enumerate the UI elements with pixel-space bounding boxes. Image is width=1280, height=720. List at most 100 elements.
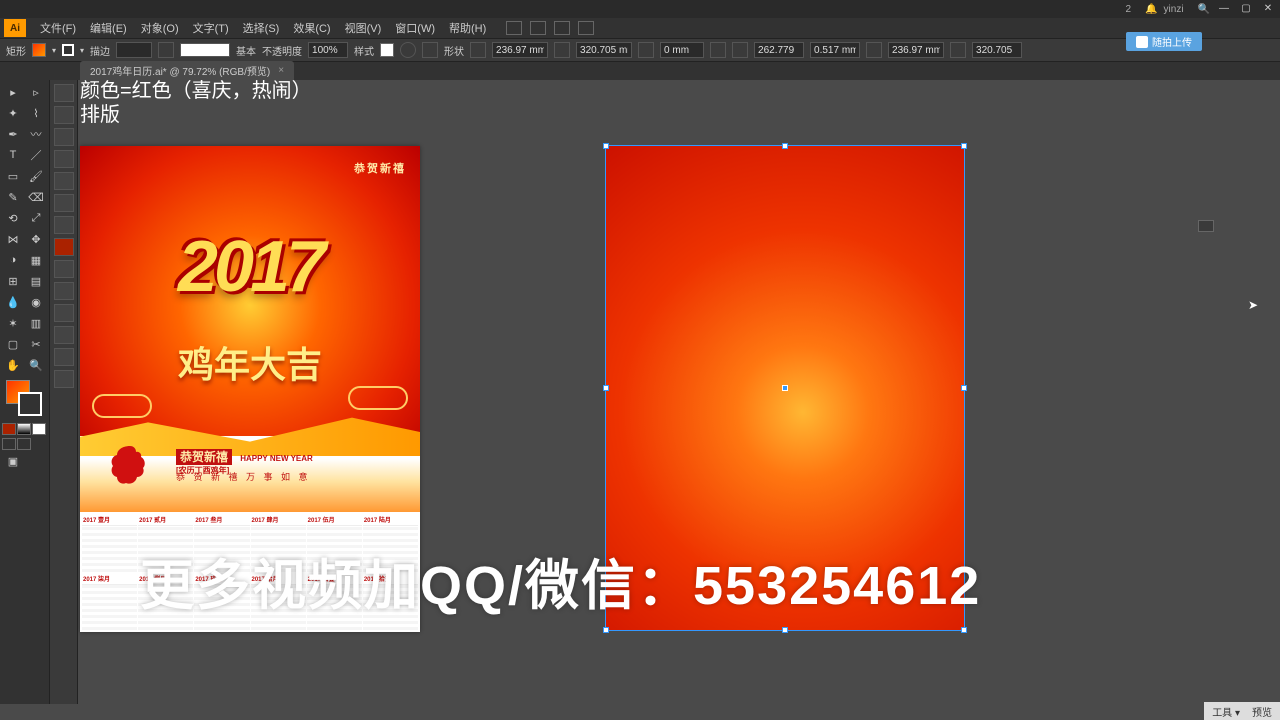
stroke-color-icon[interactable] xyxy=(18,392,42,416)
panel-collapse-icon[interactable] xyxy=(1198,220,1214,232)
opacity-input[interactable] xyxy=(308,42,348,58)
fill-swatch[interactable] xyxy=(32,43,46,57)
pen-tool[interactable]: ✒ xyxy=(2,124,24,144)
mesh-tool[interactable]: ⊞ xyxy=(2,271,24,291)
artboard-tool[interactable]: ▢ xyxy=(2,334,24,354)
free-transform-tool[interactable]: ✥ xyxy=(25,229,47,249)
eyedropper-tool[interactable]: 💧 xyxy=(2,292,24,312)
symbol-tool[interactable]: ✶ xyxy=(2,313,24,333)
zoom-tool[interactable]: 🔍 xyxy=(25,355,47,375)
blend-tool[interactable]: ◉ xyxy=(25,292,47,312)
notif-count[interactable]: 2 xyxy=(1126,4,1132,15)
layout-icon-4[interactable] xyxy=(578,21,594,35)
panel-color[interactable] xyxy=(54,84,74,102)
chevron-down-icon[interactable]: ▾ xyxy=(52,46,56,55)
graph-tool[interactable]: ▥ xyxy=(25,313,47,333)
gradient-tool[interactable]: ▤ xyxy=(25,271,47,291)
panel-properties[interactable] xyxy=(54,370,74,388)
maximize-button[interactable]: ▢ xyxy=(1238,3,1254,15)
shape-anchor-button[interactable] xyxy=(470,42,486,58)
rotate-tool[interactable]: ⟲ xyxy=(2,208,24,228)
lasso-tool[interactable]: ⌇ xyxy=(25,103,47,123)
r1-input[interactable] xyxy=(754,42,804,58)
panel-brushes[interactable] xyxy=(54,128,74,146)
w2-input[interactable] xyxy=(888,42,944,58)
width-input[interactable] xyxy=(492,42,548,58)
x-input[interactable] xyxy=(660,42,704,58)
selection-handle[interactable] xyxy=(782,627,788,633)
curvature-tool[interactable]: 〰 xyxy=(25,124,47,144)
selection-handle[interactable] xyxy=(961,143,967,149)
selection-tool[interactable]: ▸ xyxy=(2,82,24,102)
stroke-swatch[interactable] xyxy=(62,44,74,56)
menu-window[interactable]: 窗口(W) xyxy=(389,18,441,38)
app-logo[interactable]: Ai xyxy=(4,19,26,37)
layout-icon-2[interactable] xyxy=(530,21,546,35)
pencil-tool[interactable]: ✎ xyxy=(2,187,24,207)
color-mode-fill[interactable] xyxy=(2,423,16,435)
screen-mode-full[interactable] xyxy=(17,438,31,450)
panel-gradient[interactable] xyxy=(54,194,74,212)
rectangle-tool[interactable]: ▭ xyxy=(2,166,24,186)
panel-appearance[interactable] xyxy=(54,238,74,256)
screen-mode-normal[interactable] xyxy=(2,438,16,450)
magic-wand-tool[interactable]: ✦ xyxy=(2,103,24,123)
link-r-button[interactable] xyxy=(866,42,882,58)
document-tab[interactable]: 2017鸡年日历.ai* @ 79.72% (RGB/预览) × xyxy=(80,61,294,80)
anchor-grid-button[interactable] xyxy=(710,42,726,58)
panel-artboards[interactable] xyxy=(54,326,74,344)
h2-input[interactable] xyxy=(972,42,1022,58)
width-tool[interactable]: ⋈ xyxy=(2,229,24,249)
selection-handle[interactable] xyxy=(603,385,609,391)
selection-handle[interactable] xyxy=(961,385,967,391)
r2-input[interactable] xyxy=(810,42,860,58)
selection-center-icon[interactable] xyxy=(782,385,788,391)
recolor-button[interactable] xyxy=(400,42,416,58)
selection-handle[interactable] xyxy=(961,627,967,633)
status-preview[interactable]: 预览 xyxy=(1252,704,1272,719)
scale-tool[interactable]: ⤢ xyxy=(25,208,47,228)
layout-icon[interactable] xyxy=(506,21,522,35)
panel-libraries[interactable] xyxy=(54,348,74,366)
stroke-style-button[interactable] xyxy=(158,42,174,58)
shape-builder-tool[interactable]: ◑ xyxy=(2,250,24,270)
color-mode-none[interactable] xyxy=(32,423,46,435)
color-mode-gradient[interactable] xyxy=(17,423,31,435)
brush-preview[interactable] xyxy=(180,43,230,57)
height-input[interactable] xyxy=(576,42,632,58)
panel-swatches[interactable] xyxy=(54,106,74,124)
menu-type[interactable]: 文字(T) xyxy=(187,18,235,38)
perspective-tool[interactable]: ▦ xyxy=(25,250,47,270)
corner-button[interactable] xyxy=(638,42,654,58)
panel-graphic-styles[interactable] xyxy=(54,260,74,278)
direct-selection-tool[interactable]: ▹ xyxy=(25,82,47,102)
layout-icon-3[interactable] xyxy=(554,21,570,35)
line-tool[interactable]: ／ xyxy=(25,145,47,165)
menu-object[interactable]: 对象(O) xyxy=(135,18,185,38)
panel-symbols[interactable] xyxy=(54,150,74,168)
search-icon[interactable]: 🔍 xyxy=(1198,4,1210,15)
screen-mode-button[interactable]: ▣ xyxy=(2,451,24,471)
paintbrush-tool[interactable]: 🖌 xyxy=(25,166,47,186)
close-button[interactable]: ✕ xyxy=(1260,3,1276,15)
eraser-tool[interactable]: ⌫ xyxy=(25,187,47,207)
slice-tool[interactable]: ✂ xyxy=(25,334,47,354)
chevron-down-icon[interactable]: ▾ xyxy=(80,46,84,55)
fill-stroke-control[interactable] xyxy=(2,380,47,420)
selection-handle[interactable] xyxy=(782,143,788,149)
close-icon[interactable]: × xyxy=(278,65,284,76)
align-button[interactable] xyxy=(422,42,438,58)
menu-select[interactable]: 选择(S) xyxy=(237,18,286,38)
selection-handle[interactable] xyxy=(603,143,609,149)
bell-icon[interactable]: 🔔 xyxy=(1145,4,1157,15)
link-wh-button[interactable] xyxy=(554,42,570,58)
hand-tool[interactable]: ✋ xyxy=(2,355,24,375)
sync-badge[interactable]: 随拍上传 xyxy=(1126,32,1202,51)
stroke-weight-input[interactable] xyxy=(116,42,152,58)
menu-help[interactable]: 帮助(H) xyxy=(443,18,492,38)
menu-edit[interactable]: 编辑(E) xyxy=(84,18,133,38)
menu-view[interactable]: 视图(V) xyxy=(339,18,388,38)
status-tools[interactable]: 工具 ▾ xyxy=(1212,704,1240,719)
menu-effect[interactable]: 效果(C) xyxy=(287,18,336,38)
selection-handle[interactable] xyxy=(603,627,609,633)
